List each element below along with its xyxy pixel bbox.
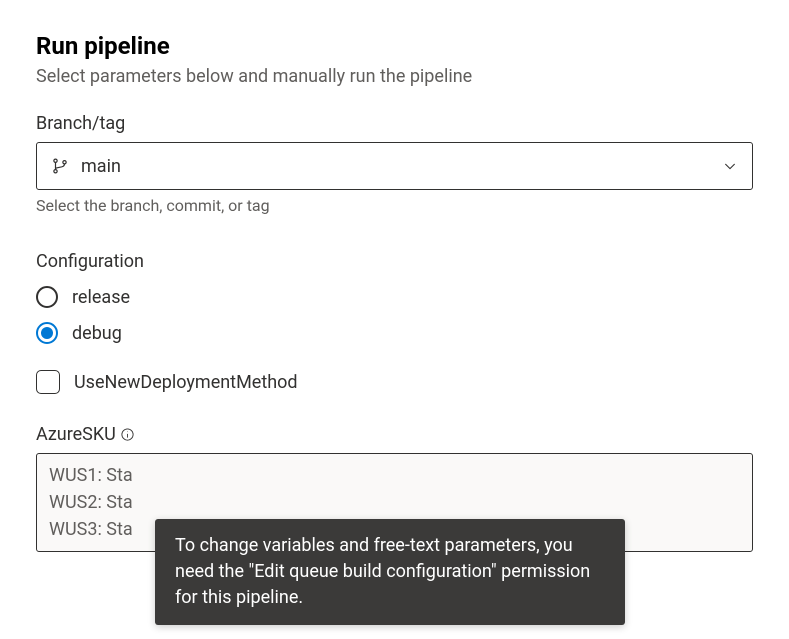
permission-tooltip: To change variables and free-text parame… [155, 519, 625, 625]
radio-label: release [72, 287, 130, 308]
branch-icon [51, 157, 69, 175]
radio-option-debug[interactable]: debug [36, 322, 753, 344]
textarea-line: WUS2: Sta [49, 489, 740, 516]
page-subtitle: Select parameters below and manually run… [36, 66, 753, 87]
branch-label: Branch/tag [36, 113, 753, 134]
chevron-down-icon [722, 158, 738, 174]
radio-circle [36, 286, 58, 308]
configuration-label: Configuration [36, 251, 753, 272]
radio-label: debug [72, 323, 122, 344]
azure-sku-label: AzureSKU [36, 424, 116, 445]
checkbox-label: UseNewDeploymentMethod [74, 372, 298, 393]
branch-value: main [81, 156, 722, 177]
branch-dropdown[interactable]: main [36, 142, 753, 190]
textarea-line: WUS1: Sta [49, 462, 740, 489]
info-icon[interactable] [120, 427, 135, 442]
checkbox-box [36, 370, 60, 394]
page-title: Run pipeline [36, 32, 753, 60]
checkbox-use-new-deployment[interactable]: UseNewDeploymentMethod [36, 370, 753, 394]
radio-circle [36, 322, 58, 344]
branch-hint: Select the branch, commit, or tag [36, 196, 753, 215]
radio-option-release[interactable]: release [36, 286, 753, 308]
